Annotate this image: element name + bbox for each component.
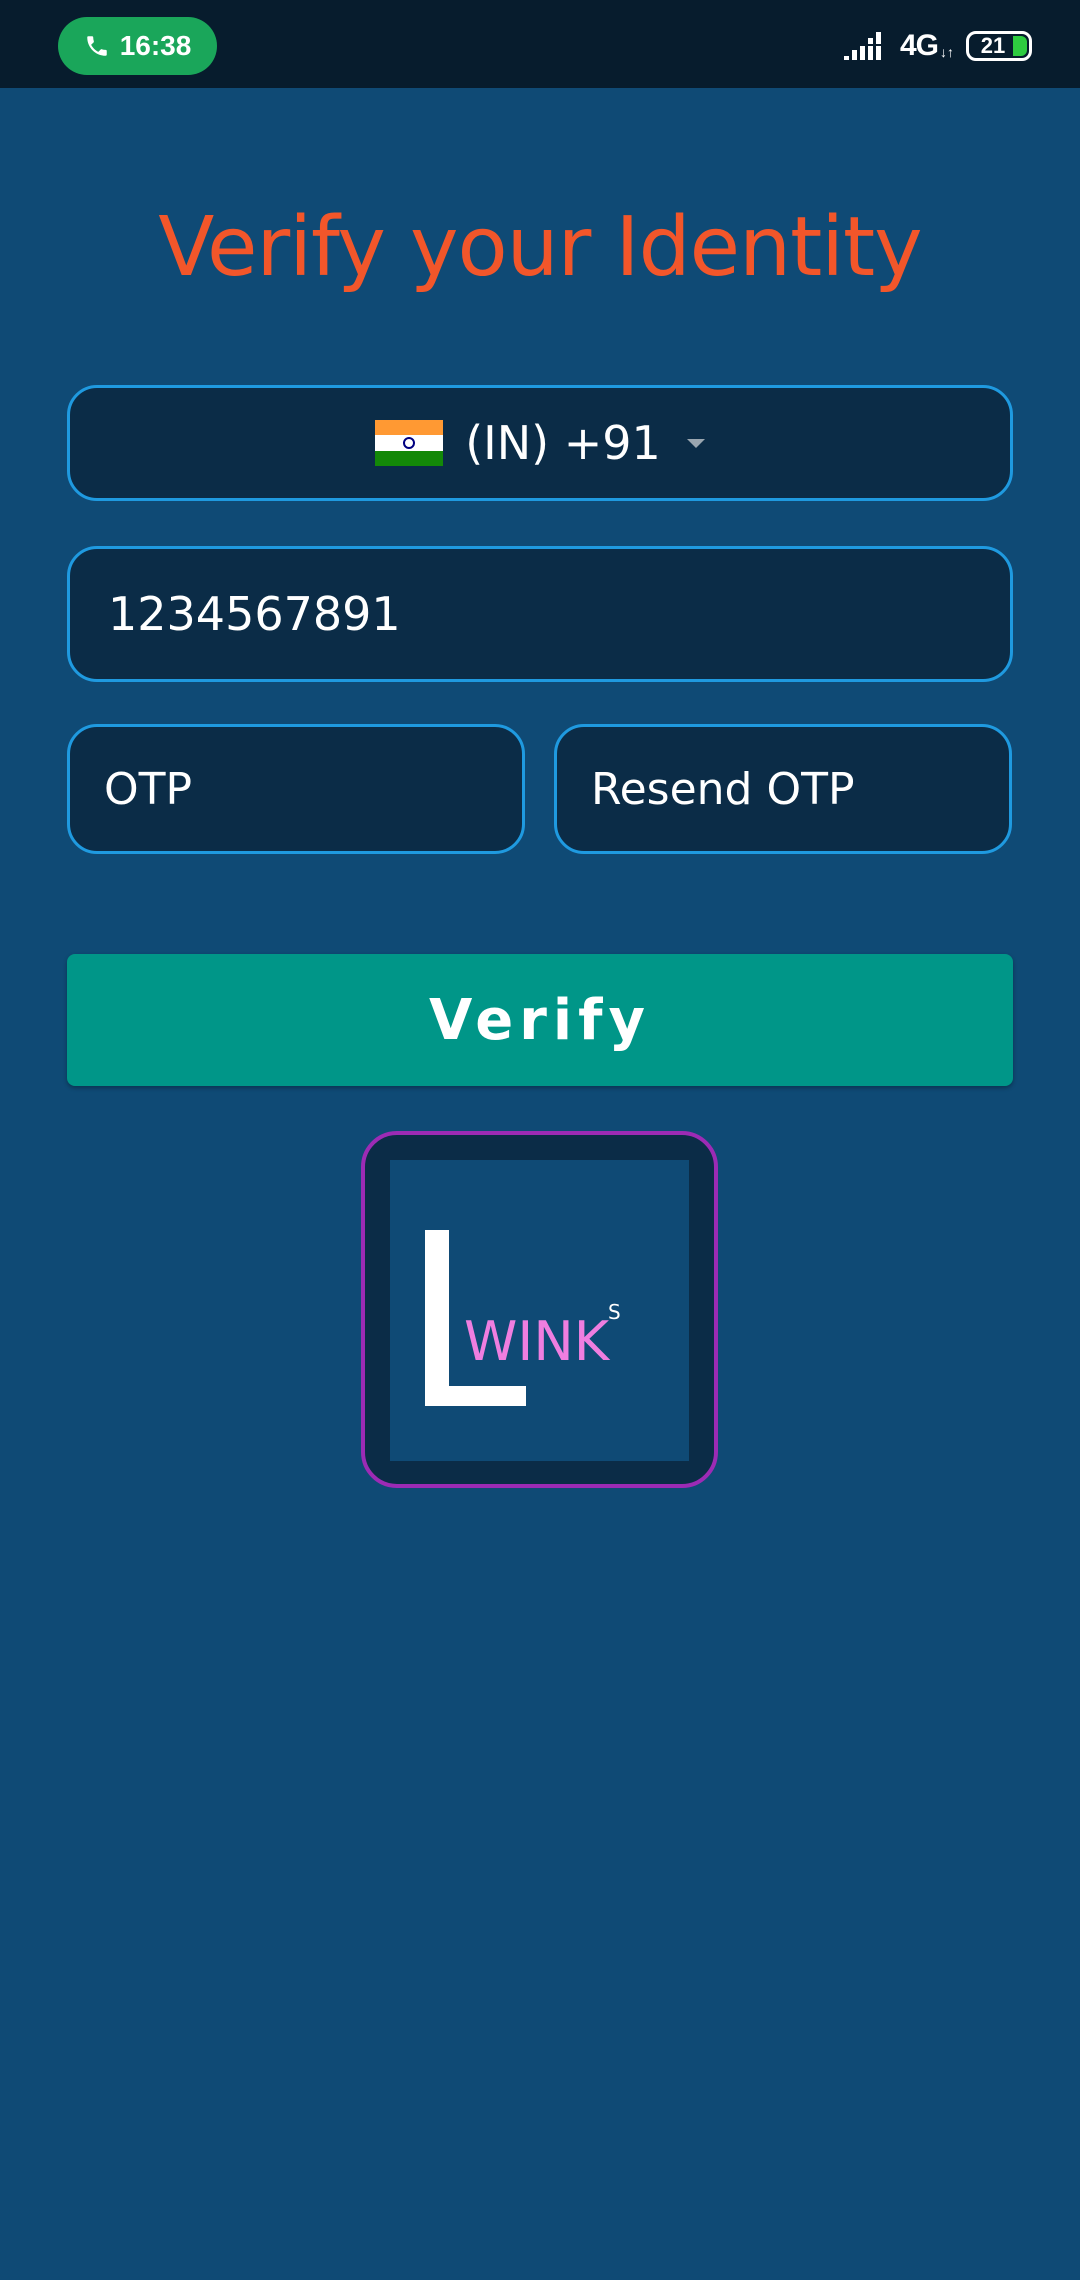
country-code-value: (IN) +91	[465, 416, 661, 470]
chevron-down-icon	[686, 438, 705, 448]
battery-icon: 21	[966, 31, 1032, 61]
battery-level	[1013, 36, 1027, 56]
logo-letter-l-stem	[425, 1230, 449, 1406]
phone-number-value: 1234567891	[108, 587, 401, 641]
phone-number-field[interactable]: 1234567891	[67, 546, 1013, 682]
resend-otp-button[interactable]: Resend OTP	[554, 724, 1012, 854]
logo-letter-l-foot	[425, 1386, 526, 1406]
page-title: Verify your Identity	[158, 200, 922, 295]
ongoing-call-pill[interactable]: 16:38	[58, 17, 217, 75]
status-bar: 16:38 4G ↓↑ 21	[0, 0, 1080, 88]
phone-icon	[86, 36, 107, 56]
otp-placeholder: OTP	[104, 763, 193, 815]
verify-button[interactable]: Verify	[67, 954, 1013, 1086]
app-logo: WINK S	[361, 1131, 718, 1488]
country-code-picker[interactable]: (IN) +91	[67, 385, 1013, 501]
battery-percent: 21	[980, 33, 1006, 58]
logo-superscript: S	[608, 1300, 621, 1324]
status-indicators: 4G ↓↑ 21	[843, 26, 1032, 66]
network-type: 4G	[899, 29, 939, 62]
resend-otp-label: Resend OTP	[591, 763, 855, 815]
signal-icon	[843, 32, 881, 60]
logo-wink-text: WINK	[464, 1310, 610, 1373]
logo-inner-panel: WINK S	[390, 1160, 689, 1461]
network-activity-icon: ↓↑	[940, 44, 954, 60]
otp-input[interactable]: OTP	[67, 724, 525, 854]
call-time: 16:38	[119, 30, 192, 61]
india-flag-icon	[375, 420, 444, 466]
